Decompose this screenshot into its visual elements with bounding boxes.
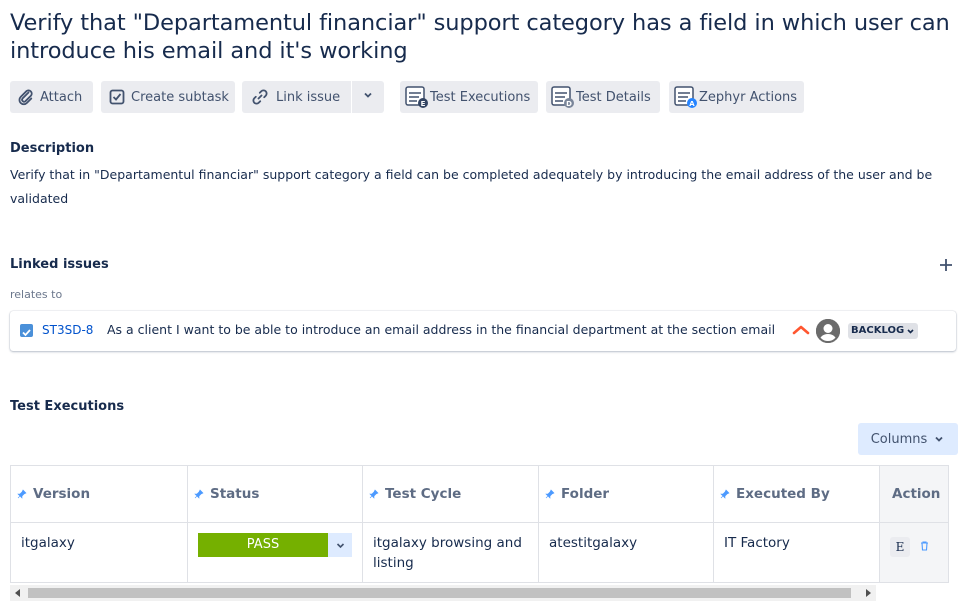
columns-label: Columns: [870, 431, 928, 447]
test-executions-icon: E: [404, 85, 430, 109]
status-label: BACKLOG: [851, 325, 905, 336]
zephyr-actions-label: Zephyr Actions: [699, 89, 798, 105]
column-header-status[interactable]: Status: [187, 465, 363, 523]
test-cycle-link[interactable]: itgalaxy browsing and listing: [373, 535, 522, 571]
attach-button[interactable]: Attach: [10, 81, 93, 113]
chevron-down-icon: [907, 328, 914, 334]
linked-issue-status[interactable]: BACKLOG: [848, 323, 919, 339]
cell-action: E: [879, 522, 949, 583]
linked-issue-row[interactable]: ST3SD-8 As a client I want to be able to…: [10, 311, 956, 351]
link-relation-label: relates to: [10, 288, 63, 301]
test-details-icon: D: [550, 85, 576, 109]
pin-icon[interactable]: [369, 487, 379, 499]
test-executions-heading: Test Executions: [10, 399, 125, 414]
pin-icon[interactable]: [17, 487, 27, 499]
attach-label: Attach: [40, 89, 83, 105]
zephyr-actions-icon: A: [673, 85, 699, 109]
assignee-avatar[interactable]: [816, 319, 840, 343]
issue-title-line2: introduce his email and it's working: [10, 38, 408, 64]
linked-issue-summary[interactable]: As a client I want to be able to introdu…: [107, 322, 775, 337]
execution-status-select[interactable]: PASS: [198, 533, 352, 557]
link-icon: [250, 87, 270, 107]
column-header-action: Action: [879, 465, 949, 523]
scroll-right-icon[interactable]: [866, 589, 871, 597]
create-subtask-label: Create subtask: [131, 89, 229, 105]
column-header-version[interactable]: Version: [10, 465, 188, 523]
link-issue-dropdown-button[interactable]: [352, 81, 384, 113]
column-header-executed-by[interactable]: Executed By: [713, 465, 880, 523]
status-dropdown-button[interactable]: [328, 533, 352, 557]
chevron-down-icon: [935, 436, 943, 442]
linked-issues-heading: Linked issues: [10, 257, 109, 272]
horizontal-scrollbar[interactable]: [10, 585, 876, 601]
linked-issue-key[interactable]: ST3SD-8: [42, 323, 93, 337]
header-label: Version: [33, 486, 91, 502]
table-row: itgalaxy PASS itgalaxy browsing and list…: [10, 522, 949, 583]
execute-button[interactable]: E: [890, 536, 910, 557]
priority-high-icon: [792, 322, 810, 338]
link-issue-label: Link issue: [276, 89, 341, 105]
test-executions-table: Version Status Test Cycle Folder Execute…: [10, 465, 949, 583]
cell-folder: atestitgalaxy: [538, 522, 714, 583]
zephyr-actions-button[interactable]: A Zephyr Actions: [669, 81, 804, 113]
test-executions-button[interactable]: E Test Executions: [400, 81, 538, 113]
status-pass-label[interactable]: PASS: [198, 533, 328, 557]
cell-test-cycle: itgalaxy browsing and listing: [362, 522, 539, 583]
issue-title-line1: Verify that "Departamentul financiar" su…: [10, 10, 950, 36]
column-header-folder[interactable]: Folder: [538, 465, 714, 523]
header-label: Status: [210, 486, 260, 502]
test-details-button[interactable]: D Test Details: [546, 81, 660, 113]
paperclip-icon: [16, 87, 36, 107]
chevron-down-icon: [362, 89, 374, 105]
chevron-down-icon: [336, 542, 344, 548]
add-link-icon[interactable]: [937, 256, 955, 274]
issue-title: Verify that "Departamentul financiar" su…: [10, 9, 950, 65]
scroll-left-icon[interactable]: [15, 589, 20, 597]
create-subtask-button[interactable]: Create subtask: [101, 81, 235, 113]
pin-icon[interactable]: [194, 487, 204, 499]
pin-icon[interactable]: [545, 487, 555, 499]
header-label: Executed By: [736, 486, 830, 502]
subtask-icon: [107, 87, 127, 107]
svg-text:E: E: [421, 100, 426, 108]
description-text[interactable]: Verify that in "Departamentul financiar"…: [10, 163, 940, 211]
link-issue-button[interactable]: Link issue: [242, 81, 351, 113]
cell-status: PASS: [187, 522, 363, 583]
task-type-icon: [20, 324, 33, 337]
test-executions-label: Test Executions: [430, 89, 531, 105]
pin-icon[interactable]: [720, 487, 730, 499]
header-label: Action: [892, 486, 941, 502]
header-label: Folder: [561, 486, 610, 502]
table-header-row: Version Status Test Cycle Folder Execute…: [10, 465, 949, 523]
delete-button[interactable]: [914, 535, 934, 555]
header-label: Test Cycle: [385, 486, 462, 502]
svg-text:A: A: [689, 100, 695, 108]
description-heading: Description: [10, 141, 95, 156]
svg-text:D: D: [566, 100, 572, 108]
cell-version: itgalaxy: [10, 522, 188, 583]
cell-executed-by: IT Factory: [713, 522, 880, 583]
test-details-label: Test Details: [576, 89, 651, 105]
columns-button[interactable]: Columns: [858, 423, 958, 455]
column-header-test-cycle[interactable]: Test Cycle: [362, 465, 539, 523]
trash-icon: [920, 540, 928, 551]
scrollbar-thumb[interactable]: [28, 588, 851, 598]
